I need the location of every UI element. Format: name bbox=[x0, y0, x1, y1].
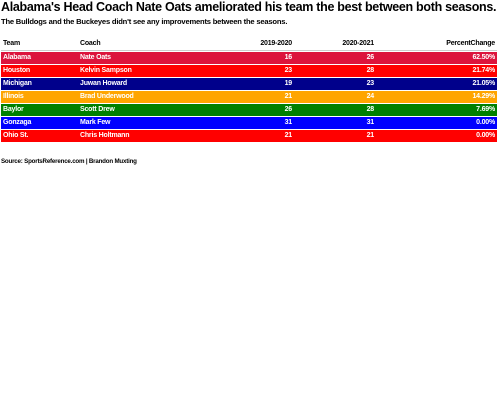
percent-change-cell: 21.74% bbox=[472, 67, 495, 74]
percent-change-cell: 21.05% bbox=[472, 80, 495, 87]
header-percent-change: PercentChange bbox=[446, 40, 495, 47]
header-team: Team bbox=[3, 40, 20, 47]
team-cell: Ohio St. bbox=[3, 132, 29, 139]
percent-change-cell: 0.00% bbox=[476, 132, 495, 139]
coach-cell: Scott Drew bbox=[80, 106, 115, 113]
source-note: Source: SportsReference.com | Brandon Mu… bbox=[1, 158, 137, 165]
chart-title: Alabama's Head Coach Nate Oats ameliorat… bbox=[1, 0, 497, 14]
table-row: Baylor Scott Drew 26 28 7.69% bbox=[1, 104, 497, 116]
percent-change-cell: 62.50% bbox=[472, 54, 495, 61]
header-2019-2020: 2019-2020 bbox=[260, 40, 292, 47]
wins-2020-2021-cell: 24 bbox=[366, 93, 375, 100]
wins-2019-2020-cell: 21 bbox=[284, 93, 293, 100]
table-row: Alabama Nate Oats 16 26 62.50% bbox=[1, 52, 497, 64]
table-row: Illinois Brad Underwood 21 24 14.29% bbox=[1, 91, 497, 103]
percent-change-cell: 7.69% bbox=[476, 106, 495, 113]
wins-2019-2020-cell: 26 bbox=[284, 106, 293, 113]
table-row: Ohio St. Chris Holtmann 21 21 0.00% bbox=[1, 130, 497, 142]
wins-2020-2021-cell: 23 bbox=[366, 80, 375, 87]
coach-cell: Juwan Howard bbox=[80, 80, 127, 87]
percent-change-cell: 14.29% bbox=[472, 93, 495, 100]
wins-2020-2021-cell: 31 bbox=[366, 119, 375, 126]
coach-cell: Kelvin Sampson bbox=[80, 67, 132, 74]
team-cell: Illinois bbox=[3, 93, 24, 100]
header-2020-2021: 2020-2021 bbox=[342, 40, 374, 47]
table-body: Alabama Nate Oats 16 26 62.50% Houston Kelvin … bbox=[1, 52, 497, 142]
table-row: Michigan Juwan Howard 19 23 21.05% bbox=[1, 78, 497, 90]
wins-2020-2021-cell: 28 bbox=[366, 67, 375, 74]
table-row: Houston Kelvin Sampson 23 28 21.74% bbox=[1, 65, 497, 77]
table-row: Gonzaga Mark Few 31 31 0.00% bbox=[1, 117, 497, 129]
percent-change-cell: 0.00% bbox=[476, 119, 495, 126]
team-cell: Michigan bbox=[3, 80, 32, 87]
team-cell: Baylor bbox=[3, 106, 24, 113]
wins-2020-2021-cell: 28 bbox=[366, 106, 375, 113]
team-cell: Gonzaga bbox=[3, 119, 32, 126]
wins-2019-2020-cell: 31 bbox=[284, 119, 293, 126]
wins-2019-2020-cell: 21 bbox=[284, 132, 293, 139]
header-coach: Coach bbox=[80, 40, 101, 47]
wins-2020-2021-cell: 21 bbox=[366, 132, 375, 139]
team-cell: Houston bbox=[3, 67, 30, 74]
chart-subtitle: The Bulldogs and the Buckeyes didn't see… bbox=[1, 17, 288, 26]
coach-cell: Mark Few bbox=[80, 119, 111, 126]
wins-2020-2021-cell: 26 bbox=[366, 54, 375, 61]
coach-cell: Nate Oats bbox=[80, 54, 111, 61]
coach-cell: Chris Holtmann bbox=[80, 132, 130, 139]
wins-2019-2020-cell: 19 bbox=[284, 80, 293, 87]
coach-cell: Brad Underwood bbox=[80, 93, 134, 100]
wins-2019-2020-cell: 16 bbox=[284, 54, 293, 61]
data-table: Team Coach 2019-2020 2020-2021 PercentCh… bbox=[1, 37, 497, 143]
wins-2019-2020-cell: 23 bbox=[284, 67, 293, 74]
table-header-row: Team Coach 2019-2020 2020-2021 PercentCh… bbox=[1, 37, 497, 51]
team-cell: Alabama bbox=[3, 54, 31, 61]
